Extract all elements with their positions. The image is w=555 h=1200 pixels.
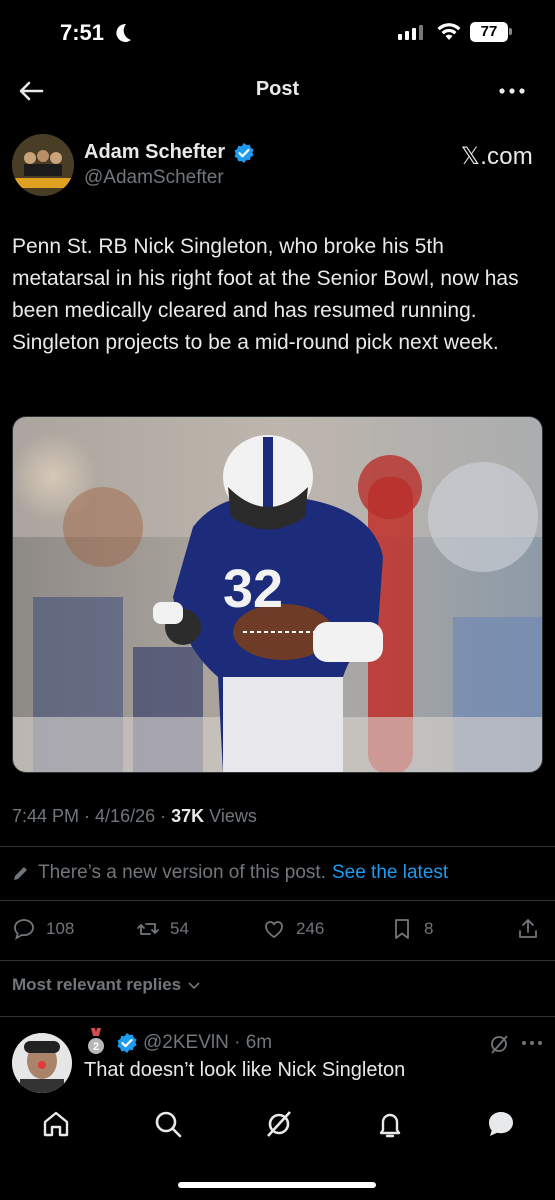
reply-author-avatar[interactable] — [12, 1033, 72, 1093]
bookmark-button[interactable]: 8 — [390, 917, 433, 941]
status-bar: 7:51 77 — [0, 0, 555, 66]
bookmark-icon — [395, 919, 409, 939]
page-title: Post — [255, 78, 300, 100]
verified-badge-icon — [234, 143, 254, 163]
divider — [0, 846, 555, 847]
author-avatar[interactable] — [12, 134, 74, 196]
more-options-icon[interactable] — [497, 78, 527, 104]
post-actions: 108 54 246 8 — [0, 913, 555, 949]
reply-header: @2KEVlN · 6m — [143, 1032, 273, 1053]
bookmark-count: 8 — [424, 919, 434, 938]
moon-icon — [116, 23, 131, 42]
grok-nav-icon[interactable] — [263, 1108, 295, 1140]
views-count: 37K — [171, 806, 205, 826]
divider — [0, 960, 555, 961]
home-icon[interactable] — [40, 1108, 72, 1140]
edit-notice-text: There’s a new version of this post. — [38, 862, 326, 883]
notifications-bell-icon[interactable] — [374, 1108, 406, 1140]
edit-notice: There’s a new version of this post. See … — [12, 862, 448, 884]
svg-text:32: 32 — [223, 559, 283, 619]
post-date: 4/16/26 — [95, 806, 156, 826]
football-player-photo-icon: 32 — [13, 417, 542, 772]
search-icon[interactable] — [152, 1108, 184, 1140]
divider — [0, 1016, 555, 1017]
views-label: Views — [209, 806, 257, 826]
source-label: 𝕏.com — [460, 143, 533, 170]
heart-icon — [265, 921, 283, 939]
reply-avatar-image-icon — [12, 1033, 72, 1093]
replies-sort-label: Most relevant replies — [12, 975, 182, 994]
reply-button[interactable]: 108 — [12, 917, 74, 941]
status-time: 7:51 — [60, 20, 105, 45]
medal-number: 2 — [93, 1041, 99, 1053]
battery-tip — [509, 28, 512, 35]
wifi-icon — [437, 23, 461, 40]
post-photo[interactable]: 32 — [12, 416, 543, 773]
repost-icon — [137, 923, 159, 935]
post-text: Penn St. RB Nick Singleton, who broke hi… — [12, 235, 519, 354]
post-time: 7:44 PM — [12, 806, 80, 826]
signal-icon — [398, 24, 423, 40]
battery-indicator: 77 — [470, 22, 508, 42]
reply-verified-badge-icon — [117, 1033, 137, 1053]
home-indicator — [178, 1182, 376, 1188]
divider — [0, 900, 555, 901]
reply-time: 6m — [245, 1032, 273, 1053]
post-header: Post — [0, 66, 555, 114]
pencil-icon — [14, 867, 27, 880]
messages-icon[interactable] — [485, 1108, 517, 1140]
reply-count: 108 — [46, 919, 75, 938]
repost-button[interactable]: 54 — [136, 917, 189, 941]
post-meta: 7:44 PM · 4/16/26 · 37K Views — [12, 806, 257, 826]
avatar-image-icon — [12, 134, 74, 196]
replies-sort-dropdown[interactable]: Most relevant replies — [12, 975, 201, 995]
share-button[interactable] — [516, 917, 540, 941]
medal-icon: 2 — [88, 1028, 104, 1054]
reply-icon — [14, 919, 34, 940]
share-icon — [519, 919, 537, 938]
reply-handle[interactable]: @2KEVlN — [143, 1032, 229, 1053]
reply-text: That doesn’t look like Nick Singleton — [84, 1059, 406, 1081]
author-handle[interactable]: @AdamSchefter — [84, 167, 224, 189]
repost-count: 54 — [170, 919, 189, 938]
reply-more-options-icon[interactable] — [521, 1036, 543, 1050]
see-latest-link[interactable]: See the latest — [332, 862, 448, 884]
author-name[interactable]: Adam Schefter — [84, 141, 225, 164]
grok-icon[interactable] — [488, 1033, 510, 1055]
like-count: 246 — [296, 919, 325, 938]
like-button[interactable]: 246 — [262, 917, 324, 941]
chevron-down-icon — [188, 982, 200, 990]
